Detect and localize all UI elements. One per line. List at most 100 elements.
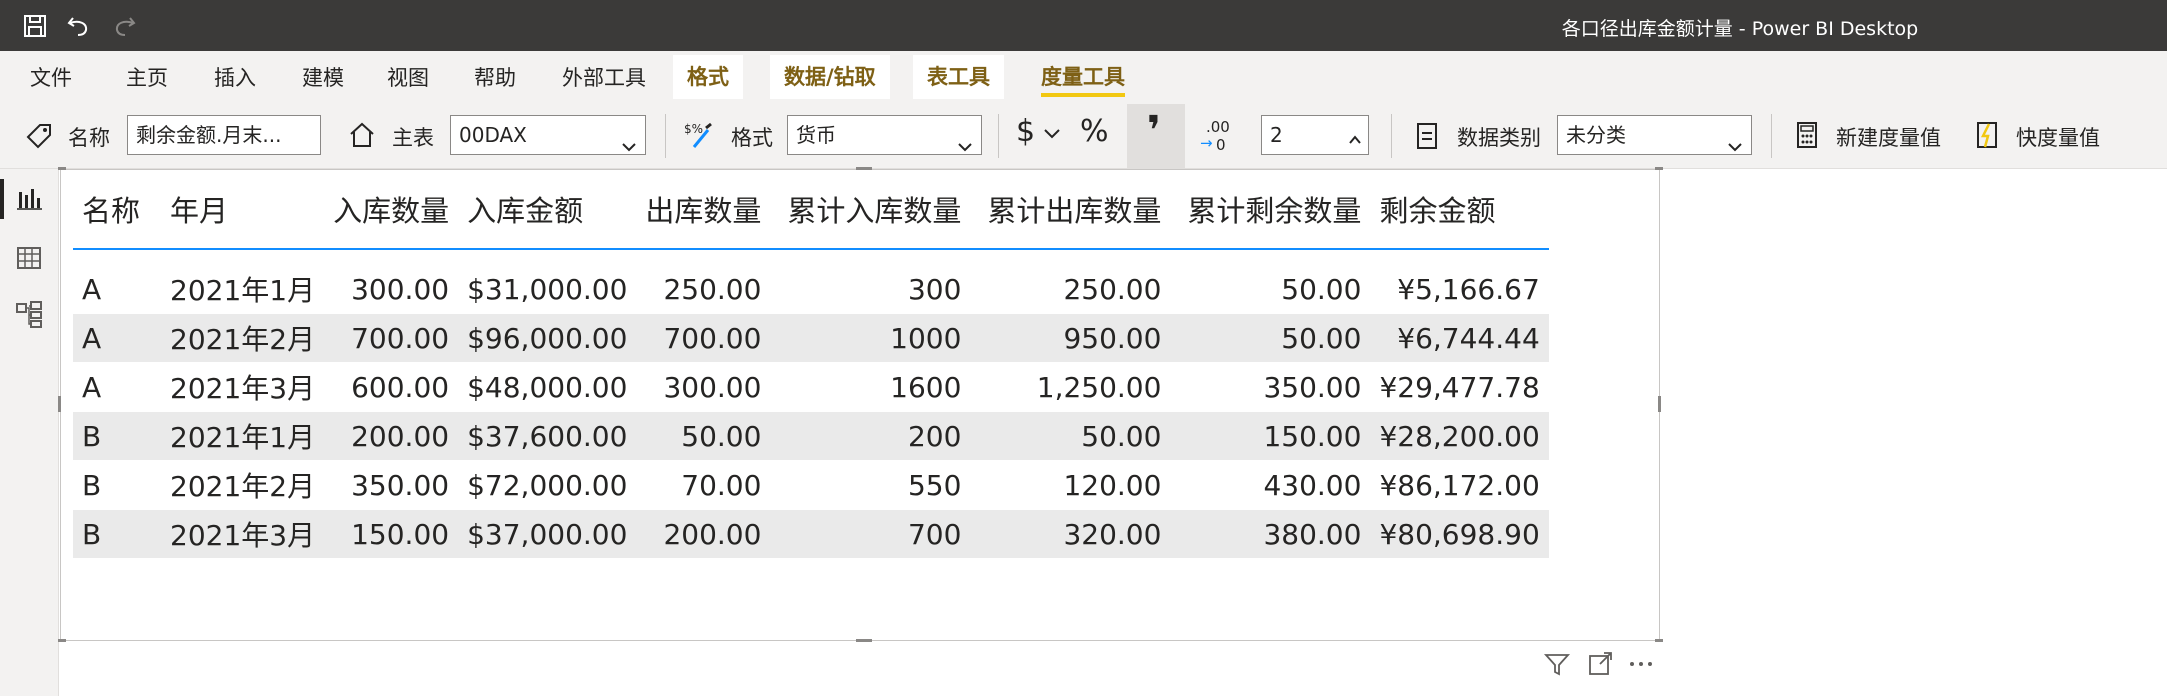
tab-view[interactable]: 视图 bbox=[387, 62, 429, 94]
focus-mode-icon[interactable] bbox=[1586, 650, 1614, 678]
table-row: B 2021年1月 200.00 $37,600.00 50.00 200 50… bbox=[73, 411, 1549, 461]
arrow-right-icon: → bbox=[1200, 134, 1213, 152]
cell: A bbox=[73, 362, 161, 412]
tab-home[interactable]: 主页 bbox=[126, 62, 168, 94]
currency-button[interactable]: $ bbox=[1016, 114, 1035, 149]
cell: A bbox=[73, 264, 161, 314]
name-label: 名称 bbox=[68, 126, 110, 150]
model-view-icon[interactable] bbox=[14, 299, 44, 329]
column-header-in-qty[interactable]: 入库数量 bbox=[324, 170, 459, 250]
more-options-icon[interactable] bbox=[1627, 650, 1655, 678]
resize-handle[interactable] bbox=[58, 396, 61, 412]
home-table-label: 主表 bbox=[392, 126, 434, 150]
cell: 2021年1月 bbox=[161, 411, 325, 461]
active-view-indicator bbox=[0, 179, 4, 219]
measure-name-input[interactable]: 剩余金额.月末... bbox=[127, 115, 321, 155]
cell: 150.00 bbox=[1170, 411, 1371, 461]
cell: 50.00 bbox=[1170, 264, 1371, 314]
data-category-value: 未分类 bbox=[1566, 123, 1626, 147]
cell: 70.00 bbox=[636, 460, 771, 510]
ribbon-separator bbox=[1771, 114, 1772, 158]
quick-measure-button[interactable]: 快度量值 bbox=[2016, 122, 2100, 152]
report-view-icon[interactable] bbox=[14, 184, 44, 214]
tab-data-drill[interactable]: 数据/钻取 bbox=[770, 55, 890, 99]
cell: $37,000.00 bbox=[458, 509, 637, 559]
cell: ¥86,172.00 bbox=[1370, 460, 1549, 510]
tab-external-tools[interactable]: 外部工具 bbox=[562, 62, 646, 94]
decimal-places-input[interactable]: 2 bbox=[1261, 115, 1369, 155]
column-header-remain-amount[interactable]: 剩余金额 bbox=[1370, 170, 1549, 250]
tab-format[interactable]: 格式 bbox=[673, 55, 743, 99]
column-header-cum-out-qty[interactable]: 累计出库数量 bbox=[970, 170, 1171, 250]
column-header-cum-in-qty[interactable]: 累计入库数量 bbox=[770, 170, 971, 250]
decimal-places-button[interactable]: .00 → 0 bbox=[1200, 118, 1234, 158]
format-brush-icon: $% bbox=[684, 120, 714, 150]
calculator-icon[interactable] bbox=[1792, 120, 1822, 150]
resize-handle[interactable] bbox=[1655, 639, 1663, 642]
spin-up-icon[interactable] bbox=[1348, 120, 1362, 144]
cell: 300.00 bbox=[636, 362, 771, 412]
new-measure-button[interactable]: 新建度量值 bbox=[1836, 122, 1941, 152]
cell: ¥80,698.90 bbox=[1370, 509, 1549, 559]
tab-file[interactable]: 文件 bbox=[30, 62, 72, 94]
cell: 430.00 bbox=[1170, 460, 1371, 510]
cell: 2021年1月 bbox=[161, 264, 325, 314]
save-icon[interactable] bbox=[21, 12, 49, 40]
format-label: 格式 bbox=[731, 126, 773, 150]
column-header-month[interactable]: 年月 bbox=[161, 170, 325, 250]
cell: 250.00 bbox=[970, 264, 1171, 314]
percent-button[interactable]: % bbox=[1080, 114, 1109, 149]
window-title: 各口径出库金额计量 - Power BI Desktop bbox=[1561, 18, 1919, 40]
cell: 700.00 bbox=[636, 313, 771, 363]
tab-help[interactable]: 帮助 bbox=[474, 62, 516, 94]
cell: 300 bbox=[770, 264, 971, 314]
chevron-down-icon[interactable] bbox=[1042, 124, 1062, 144]
cell: 150.00 bbox=[324, 509, 459, 559]
ribbon-tabs: 文件 主页 插入 建模 视图 帮助 外部工具 格式 数据/钻取 表工具 度量工具 bbox=[0, 51, 2167, 104]
cell: 320.00 bbox=[970, 509, 1171, 559]
tab-table-tools[interactable]: 表工具 bbox=[913, 55, 1004, 99]
cell: 700 bbox=[770, 509, 971, 559]
column-header-out-qty[interactable]: 出库数量 bbox=[636, 170, 771, 250]
resize-handle[interactable] bbox=[58, 639, 66, 642]
ribbon-separator bbox=[998, 114, 999, 158]
view-switcher bbox=[0, 169, 59, 696]
decimal-places-value: 2 bbox=[1270, 123, 1283, 147]
tab-insert[interactable]: 插入 bbox=[214, 62, 256, 94]
resize-handle[interactable] bbox=[1655, 167, 1663, 170]
data-category-select[interactable]: 未分类 bbox=[1557, 115, 1752, 155]
table-row: A 2021年1月 300.00 $31,000.00 250.00 300 2… bbox=[73, 264, 1549, 314]
cell: $96,000.00 bbox=[458, 313, 637, 363]
data-category-label: 数据类别 bbox=[1457, 126, 1541, 150]
cell: 1600 bbox=[770, 362, 971, 412]
home-table-value: 00DAX bbox=[459, 123, 527, 147]
comma-style-button[interactable]: ❜ bbox=[1127, 104, 1185, 168]
column-header-cum-remain-qty[interactable]: 累计剩余数量 bbox=[1170, 170, 1371, 250]
resize-handle[interactable] bbox=[58, 167, 66, 170]
home-icon bbox=[347, 120, 377, 150]
table-row: A 2021年2月 700.00 $96,000.00 700.00 1000 … bbox=[73, 313, 1549, 363]
title-bar: 各口径出库金额计量 - Power BI Desktop bbox=[0, 0, 2167, 51]
cell: ¥29,477.78 bbox=[1370, 362, 1549, 412]
tab-measure-tools[interactable]: 度量工具 bbox=[1027, 55, 1139, 99]
cell: 2021年2月 bbox=[161, 460, 325, 510]
quick-measure-icon[interactable] bbox=[1972, 120, 2002, 150]
table-visual[interactable]: 名称 年月 入库数量 入库金额 出库数量 累计入库数量 累计出库数量 累计剩余数… bbox=[58, 167, 1663, 642]
column-header-name[interactable]: 名称 bbox=[73, 170, 161, 250]
cell: 2021年3月 bbox=[161, 509, 325, 559]
tab-modeling[interactable]: 建模 bbox=[302, 62, 344, 94]
data-view-icon[interactable] bbox=[14, 243, 44, 273]
cell: 200.00 bbox=[636, 509, 771, 559]
home-table-select[interactable]: 00DAX bbox=[450, 115, 646, 155]
column-header-in-amount[interactable]: 入库金额 bbox=[458, 170, 637, 250]
cell: 2021年3月 bbox=[161, 362, 325, 412]
resize-handle[interactable] bbox=[1658, 396, 1661, 412]
cell: ¥28,200.00 bbox=[1370, 411, 1549, 461]
format-select[interactable]: 货币 bbox=[787, 115, 982, 155]
ribbon-measure-tools: 名称 剩余金额.月末... 主表 00DAX $% 格式 货币 $ % ❜ .0… bbox=[0, 104, 2167, 169]
cell: A bbox=[73, 313, 161, 363]
filter-icon[interactable] bbox=[1543, 650, 1571, 678]
resize-handle[interactable] bbox=[856, 639, 872, 642]
undo-icon[interactable] bbox=[65, 12, 93, 40]
spin-down-icon[interactable] bbox=[1348, 138, 1362, 150]
